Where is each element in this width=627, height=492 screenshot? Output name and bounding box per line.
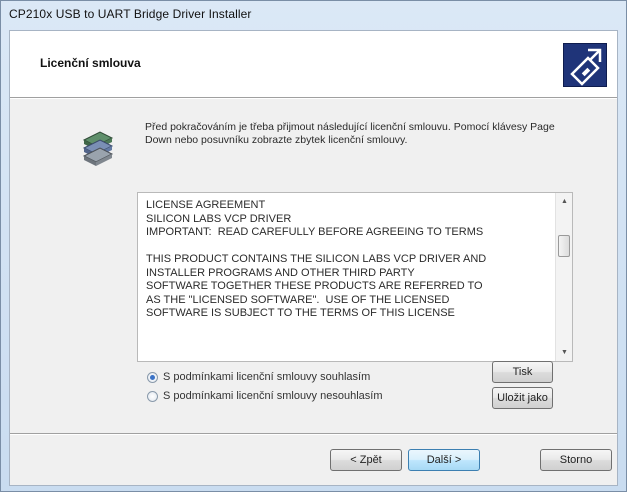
- accept-radio-option[interactable]: S podmínkami licenční smlouvy souhlasím: [147, 370, 370, 384]
- installer-disk-icon: [80, 128, 114, 168]
- decline-radio-option[interactable]: S podmínkami licenční smlouvy nesouhlasí…: [147, 389, 382, 403]
- window-title: CP210x USB to UART Bridge Driver Install…: [9, 7, 252, 21]
- dialog-client-area: Licenční smlouva Před pokračováním je tř…: [9, 30, 618, 486]
- page-title: Licenční smlouva: [40, 56, 141, 70]
- decline-radio-label[interactable]: S podmínkami licenční smlouvy nesouhlasí…: [163, 390, 382, 402]
- decline-radio-button[interactable]: [147, 390, 158, 402]
- scroll-down-arrow-icon[interactable]: ▼: [556, 344, 573, 361]
- next-button[interactable]: Další >: [408, 449, 480, 471]
- accept-radio-button[interactable]: [147, 371, 158, 383]
- footer-divider: [10, 433, 617, 435]
- license-scrollbar[interactable]: ▲ ▼: [555, 193, 572, 361]
- accept-radio-label[interactable]: S podmínkami licenční smlouvy souhlasím: [163, 371, 370, 383]
- instruction-text: Před pokračováním je třeba přijmout násl…: [145, 121, 555, 146]
- print-button[interactable]: Tisk: [492, 361, 553, 383]
- save-as-button[interactable]: Uložit jako: [492, 387, 553, 409]
- title-bar[interactable]: CP210x USB to UART Bridge Driver Install…: [1, 1, 626, 27]
- back-button[interactable]: < Zpět: [330, 449, 402, 471]
- scroll-up-arrow-icon[interactable]: ▲: [556, 193, 573, 210]
- cancel-button[interactable]: Storno: [540, 449, 612, 471]
- installer-usb-icon: [563, 43, 607, 87]
- wizard-header: Licenční smlouva: [10, 31, 617, 98]
- license-text: LICENSE AGREEMENT SILICON LABS VCP DRIVE…: [146, 199, 487, 319]
- scroll-thumb[interactable]: [558, 235, 570, 257]
- installer-window: CP210x USB to UART Bridge Driver Install…: [0, 0, 627, 492]
- header-divider: [10, 98, 617, 99]
- license-text-area[interactable]: LICENSE AGREEMENT SILICON LABS VCP DRIVE…: [137, 192, 573, 362]
